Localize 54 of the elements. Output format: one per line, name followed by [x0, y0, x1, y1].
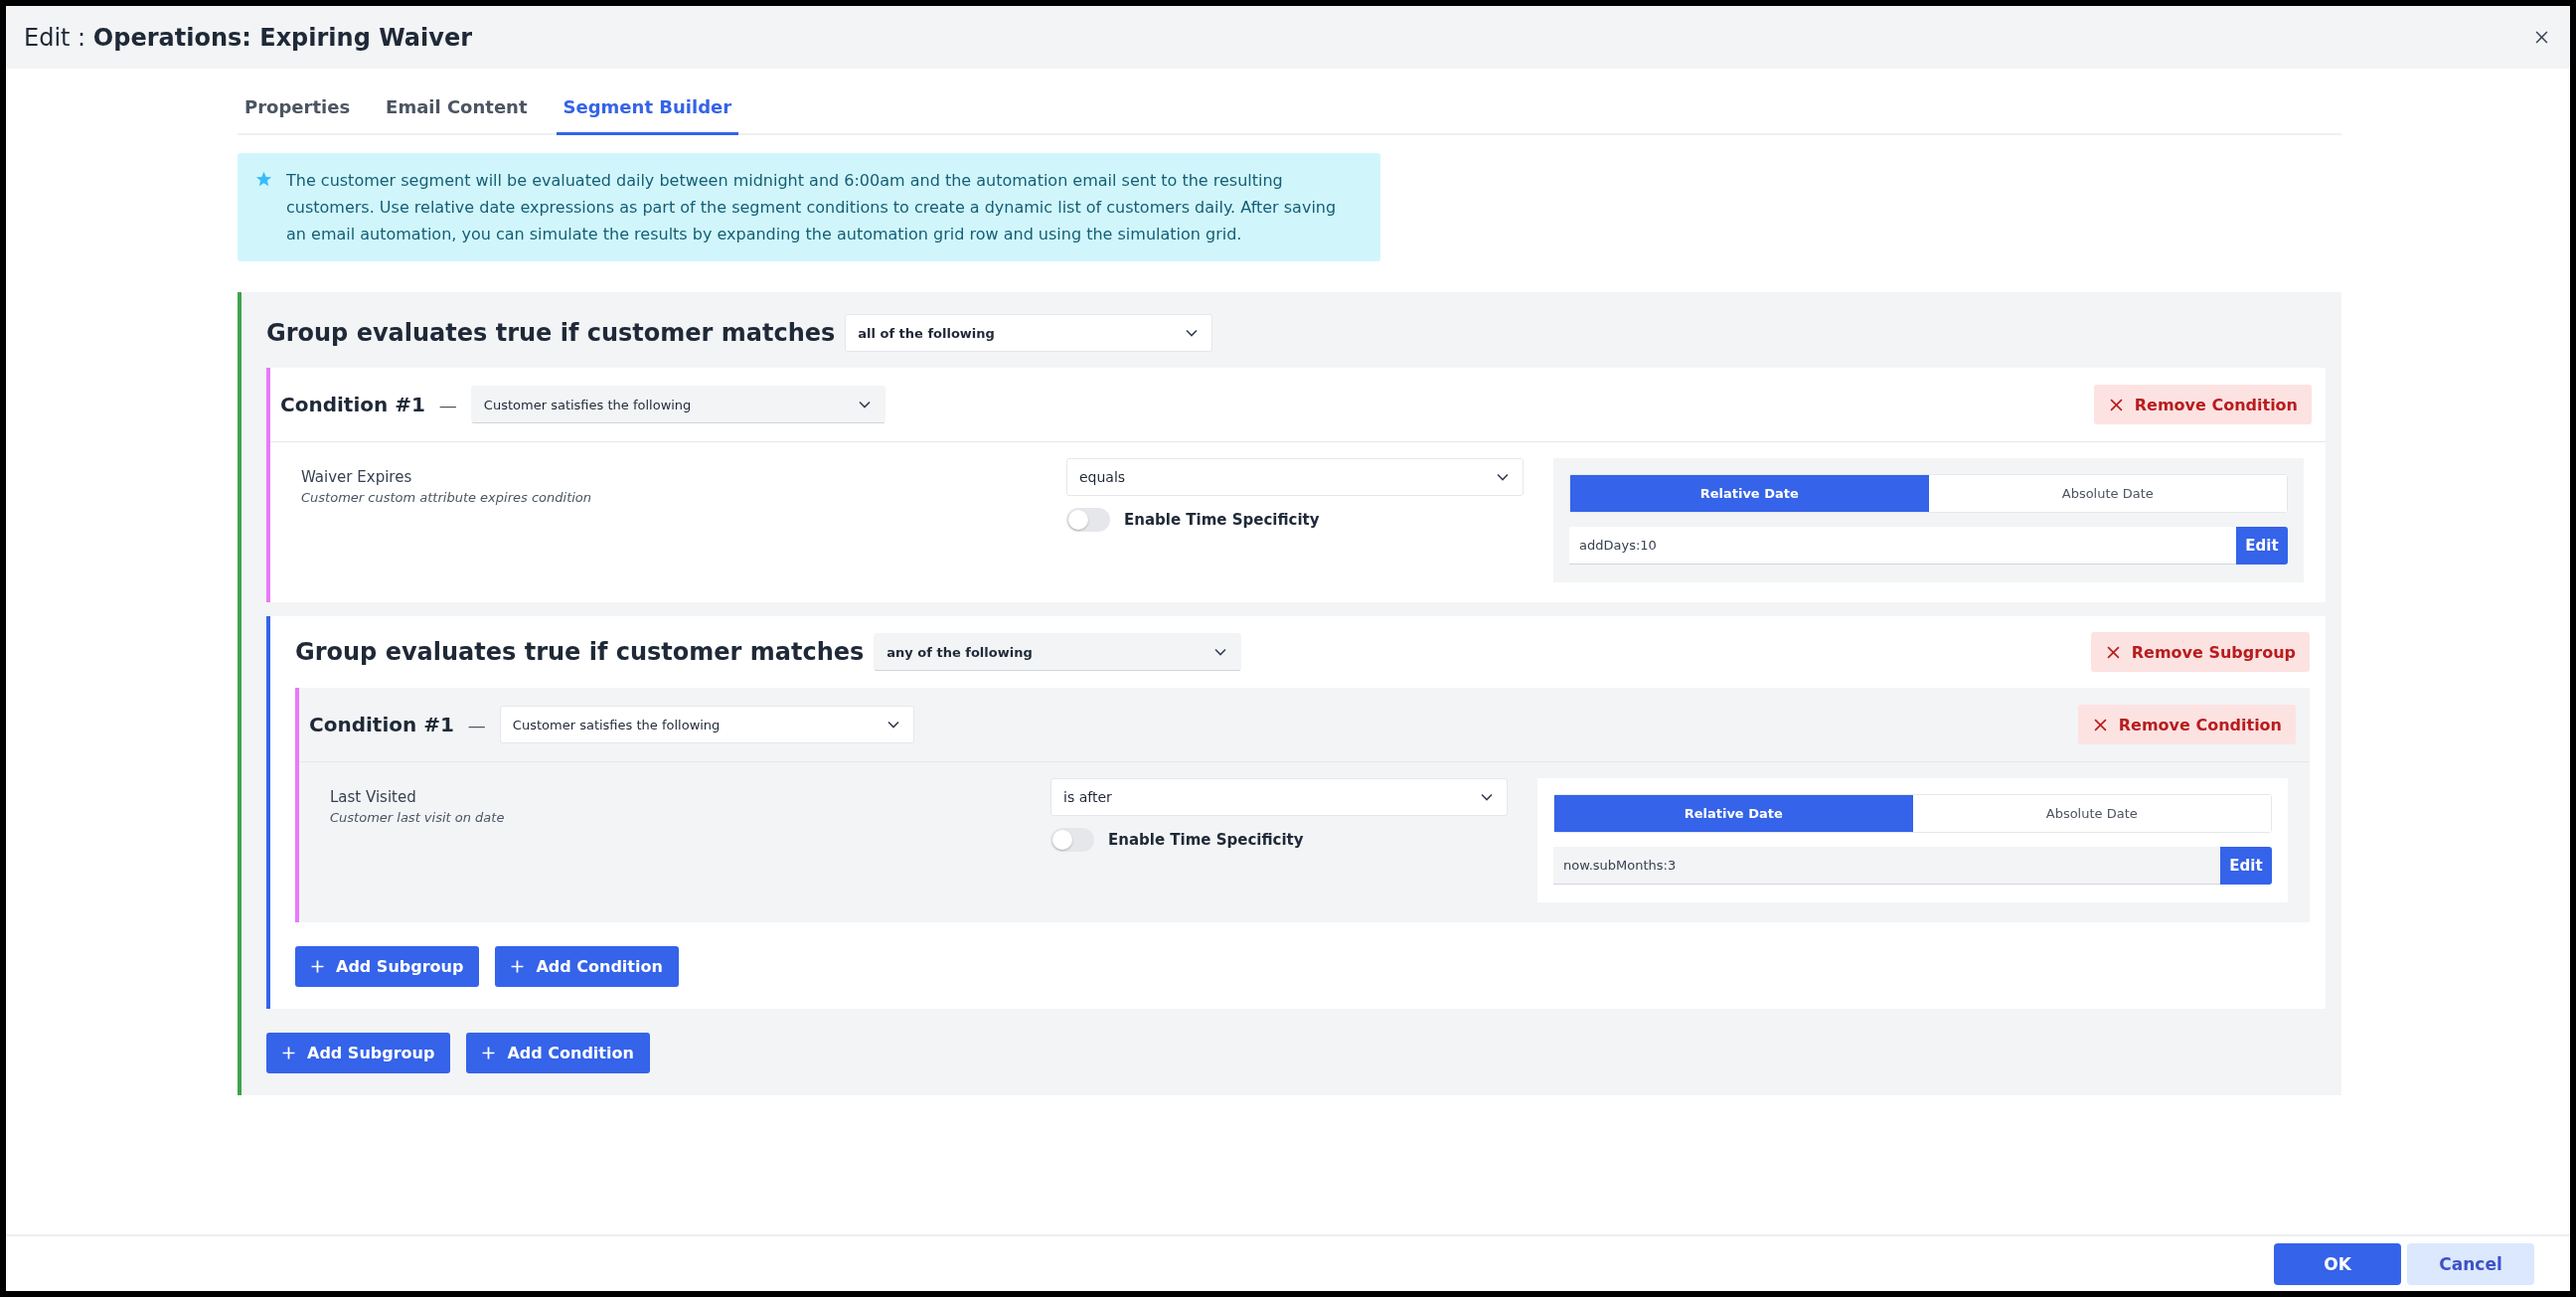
dropdown[interactable]: Customer satisfies the following	[499, 706, 914, 743]
close-x-icon	[2109, 398, 2123, 411]
tab[interactable]: Properties	[238, 86, 358, 135]
info-text: The customer segment will be evaluated daily between midnight and 6:00am and the automation email sent to the resulting customers. Use relative date expressions as part of the segment conditions to create a dynamic list of customers daily. After saving an email automation, you can simulate the results by expanding the automation grid row and using the simulation grid.	[286, 170, 1338, 245]
chevron-down-icon	[1214, 648, 1227, 656]
tab[interactable]: Email Content	[379, 86, 535, 135]
dropdown[interactable]: is after	[1050, 778, 1508, 816]
star-icon	[255, 171, 272, 188]
edit-button[interactable]: Edit	[2220, 847, 2272, 885]
cancel-button[interactable]: Cancel	[2407, 1242, 2534, 1285]
tab[interactable]: Segment Builder	[556, 86, 739, 135]
toggle-label: Enable Time Specificity	[1108, 831, 1304, 849]
plus-icon	[282, 1047, 295, 1059]
chevron-down-icon	[1186, 329, 1199, 337]
toggle-switch[interactable]	[1066, 508, 1110, 532]
toggle-label: Enable Time Specificity	[1124, 511, 1320, 529]
chevron-down-icon	[886, 721, 899, 729]
chevron-down-icon	[1481, 793, 1493, 801]
toggle-switch[interactable]	[1050, 828, 1094, 852]
dropdown[interactable]: any of the following	[874, 633, 1242, 671]
ok-button[interactable]: OK	[2274, 1242, 2401, 1285]
dialog-title: Edit : Operations: Expiring Waiver	[24, 23, 472, 52]
add-condition-button[interactable]: Add Condition	[495, 946, 679, 987]
edit-button[interactable]: Edit	[2236, 527, 2288, 565]
dropdown[interactable]: equals	[1066, 458, 1524, 496]
chevron-down-icon	[858, 401, 871, 408]
plus-icon	[482, 1047, 496, 1059]
attribute-name: Last Visited	[330, 787, 417, 806]
condition-title: Condition #1	[309, 713, 454, 736]
remove-condition-button[interactable]: Remove Condition	[2093, 385, 2312, 424]
date-mode-tab[interactable]: Relative Date	[1554, 795, 1913, 832]
add-condition-button[interactable]: Add Condition	[466, 1033, 650, 1073]
close-x-icon	[2093, 718, 2107, 731]
plus-icon	[311, 960, 324, 973]
attribute-name: Waiver Expires	[301, 467, 413, 486]
dropdown[interactable]: Customer satisfies the following	[470, 386, 886, 423]
plus-icon	[511, 960, 525, 973]
attribute-description: Customer custom attribute expires condition	[301, 490, 593, 505]
remove-subgroup-button[interactable]: Remove Subgroup	[2090, 632, 2310, 672]
group-label: Group evaluates true if customer matches	[266, 319, 836, 347]
add-subgroup-button[interactable]: Add Subgroup	[266, 1033, 451, 1073]
dash-separator: —	[467, 714, 486, 735]
add-subgroup-button[interactable]: Add Subgroup	[295, 946, 480, 987]
close-x-icon	[2106, 645, 2120, 659]
date-mode-tab[interactable]: Relative Date	[1570, 475, 1929, 512]
attribute-description: Customer last visit on date	[330, 810, 506, 825]
group-label: Group evaluates true if customer matches	[295, 638, 865, 666]
remove-condition-button[interactable]: Remove Condition	[2077, 705, 2296, 744]
chevron-down-icon	[1497, 473, 1509, 481]
condition-title: Condition #1	[280, 393, 425, 416]
date-expression-field[interactable]: now.subMonths:3	[1553, 847, 2220, 885]
dash-separator: —	[438, 394, 457, 415]
dropdown[interactable]: all of the following	[845, 314, 1213, 352]
date-expression-field[interactable]: addDays:10	[1569, 527, 2236, 565]
